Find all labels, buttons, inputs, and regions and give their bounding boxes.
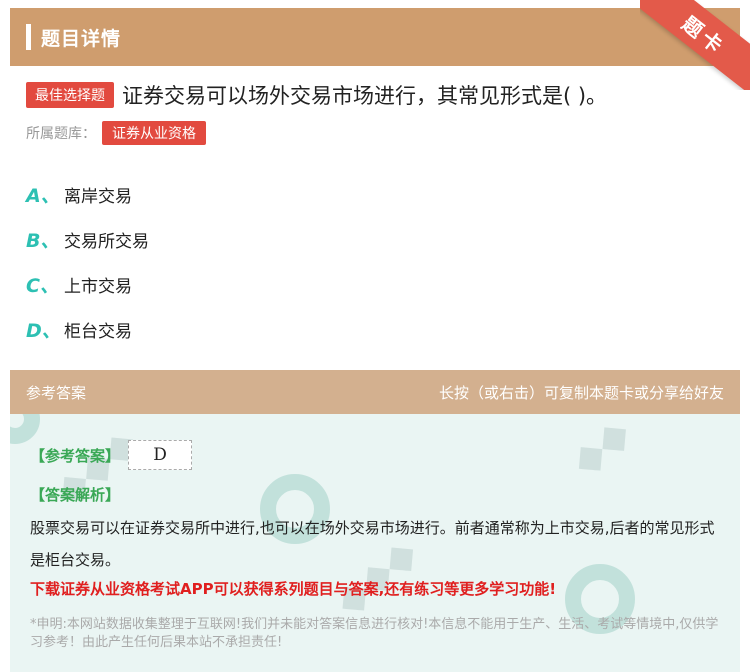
question-row: 最佳选择题 证券交易可以场外交易市场进行，其常见形式是( )。	[26, 80, 736, 110]
bank-label: 所属题库：	[26, 126, 96, 142]
option-letter: D、	[26, 320, 61, 342]
analysis-label: 【答案解析】	[30, 486, 121, 504]
option-letter: B、	[26, 230, 60, 252]
option-letter: C、	[26, 275, 59, 297]
option-text: 柜台交易	[64, 322, 132, 342]
reference-answer-row: 【参考答案】 D	[30, 440, 193, 470]
ribbon-label: 题卡	[640, 0, 750, 90]
corner-ribbon: 题卡	[640, 0, 750, 90]
reference-answer-label: 【参考答案】	[30, 446, 121, 465]
option-text: 离岸交易	[64, 187, 132, 207]
option-letter: A、	[26, 185, 60, 207]
option-text: 上市交易	[64, 277, 132, 297]
watermark-icon: ◆◆	[562, 414, 640, 485]
app-download-promo[interactable]: 下载证券从业资格考试APP可以获得系列题目与答案,还有练习等更多学习功能!	[30, 578, 556, 599]
question-bank-row: 所属题库： 证券从业资格	[26, 121, 206, 145]
answer-card-header: 参考答案 长按（或右击）可复制本题卡或分享给好友	[10, 370, 740, 414]
options-list: A、 离岸交易 B、 交易所交易 C、 上市交易 D、 柜台交易	[26, 172, 149, 352]
question-type-badge: 最佳选择题	[26, 82, 114, 108]
share-hint: 长按（或右击）可复制本题卡或分享给好友	[438, 383, 724, 402]
header-accent-bar	[26, 24, 31, 50]
option-b[interactable]: B、 交易所交易	[26, 217, 149, 262]
analysis-text: 股票交易可以在证券交易所中进行,也可以在场外交易市场进行。前者通常称为上市交易,…	[30, 519, 715, 569]
page-title: 题目详情	[41, 27, 122, 50]
option-a[interactable]: A、 离岸交易	[26, 172, 149, 217]
answer-card-title: 参考答案	[26, 383, 87, 402]
option-d[interactable]: D、 柜台交易	[26, 307, 149, 352]
disclaimer-text: *申明:本网站数据收集整理于互联网!我们并未能对答案信息进行核对!本信息不能用于…	[30, 617, 719, 650]
reference-answer-value: D	[128, 440, 193, 470]
answer-card-body: ◆◆◆ ◆◆◆ ◆◆ 【参考答案】 D 【答案解析】 股票交易可以在证券交易所中…	[10, 414, 740, 672]
option-text: 交易所交易	[64, 232, 149, 252]
page-header: 题目详情	[10, 8, 740, 66]
question-text: 证券交易可以场外交易市场进行，其常见形式是( )。	[122, 84, 608, 108]
bank-tag-link[interactable]: 证券从业资格	[102, 121, 206, 145]
option-c[interactable]: C、 上市交易	[26, 262, 149, 307]
